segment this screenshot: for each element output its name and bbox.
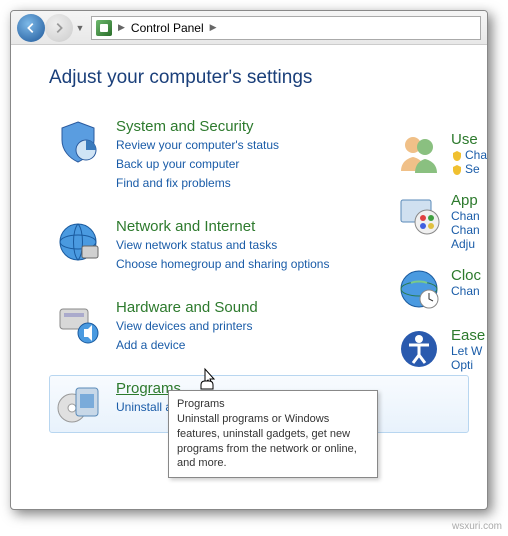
category-title[interactable]: Cloc <box>451 267 481 284</box>
shield-icon <box>451 150 463 162</box>
breadcrumb-sep-icon: ▶ <box>118 22 125 33</box>
category-title[interactable]: App <box>451 192 480 209</box>
page-title: Adjust your computer's settings <box>49 67 469 89</box>
category-title[interactable]: Network and Internet <box>116 218 329 235</box>
category-clock[interactable]: Cloc Chan <box>397 267 487 311</box>
category-link[interactable]: Chan <box>451 209 480 223</box>
system-security-icon <box>54 118 102 166</box>
cursor-icon <box>199 367 219 391</box>
category-title[interactable]: Hardware and Sound <box>116 299 258 316</box>
control-panel-icon <box>96 20 112 36</box>
category-link[interactable]: Adju <box>451 237 480 251</box>
nav-buttons: ▼ <box>17 14 87 42</box>
right-category-column: Use Cha Se App Chan Chan Adju Cloc Cha <box>397 131 487 372</box>
category-link[interactable]: View network status and tasks <box>116 236 329 254</box>
navigation-bar: ▼ ▶ Control Panel ▶ <box>11 11 487 45</box>
category-appearance[interactable]: App Chan Chan Adju <box>397 192 487 251</box>
watermark: wsxuri.com <box>452 521 502 532</box>
address-bar[interactable]: ▶ Control Panel ▶ <box>91 16 481 40</box>
category-ease-of-access[interactable]: Ease Let W Opti <box>397 327 487 372</box>
ease-of-access-icon <box>397 327 441 371</box>
programs-icon <box>54 380 102 428</box>
category-link[interactable]: Chan <box>451 284 481 298</box>
user-accounts-icon <box>397 131 441 175</box>
category-user-accounts[interactable]: Use Cha Se <box>397 131 487 176</box>
category-link[interactable]: Opti <box>451 358 485 372</box>
category-title[interactable]: Ease <box>451 327 485 344</box>
category-link[interactable]: Let W <box>451 344 485 358</box>
back-button[interactable] <box>17 14 45 42</box>
category-link[interactable]: Chan <box>451 223 480 237</box>
forward-button[interactable] <box>45 14 73 42</box>
tooltip-title: Programs <box>177 397 369 412</box>
breadcrumb-sep-icon: ▶ <box>210 22 217 33</box>
clock-icon <box>397 267 441 311</box>
appearance-icon <box>397 192 441 236</box>
tooltip-body: Uninstall programs or Windows features, … <box>177 413 357 470</box>
back-arrow-icon <box>24 21 38 35</box>
category-link[interactable]: View devices and printers <box>116 317 258 335</box>
shield-icon <box>451 164 463 176</box>
category-link[interactable]: Cha <box>451 148 487 162</box>
tooltip: Programs Uninstall programs or Windows f… <box>168 390 378 478</box>
category-link[interactable]: Choose homegroup and sharing options <box>116 255 329 273</box>
category-link[interactable]: Back up your computer <box>116 155 279 173</box>
breadcrumb-item[interactable]: Control Panel <box>131 21 204 35</box>
nav-history-dropdown[interactable]: ▼ <box>73 18 87 38</box>
network-internet-icon <box>54 218 102 266</box>
category-title[interactable]: System and Security <box>116 118 279 135</box>
category-title[interactable]: Use <box>451 131 487 148</box>
forward-arrow-icon <box>52 21 66 35</box>
category-link[interactable]: Add a device <box>116 336 258 354</box>
hardware-sound-icon <box>54 299 102 347</box>
category-link[interactable]: Find and fix problems <box>116 174 279 192</box>
category-link[interactable]: Se <box>451 162 487 176</box>
category-link[interactable]: Review your computer's status <box>116 136 279 154</box>
